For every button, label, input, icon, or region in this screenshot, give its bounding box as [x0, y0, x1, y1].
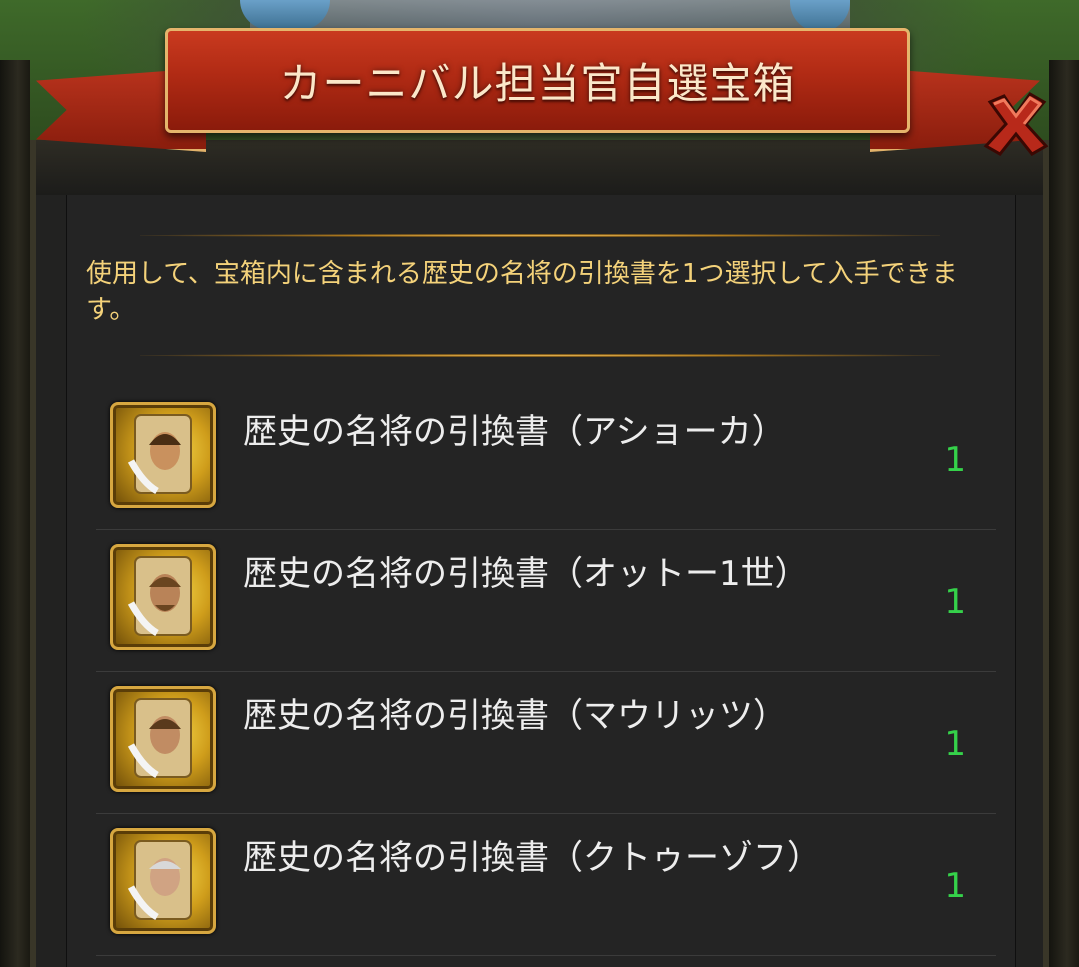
item-count: 1: [944, 866, 966, 906]
item-count: 1: [944, 724, 966, 764]
item-name: 歴史の名将の引換書（マウリッツ）: [243, 696, 787, 736]
title-ribbon: カーニバル担当官自選宝箱: [165, 28, 910, 133]
description-text: 使用して、宝箱内に含まれる歴史の名将の引換書を1つ選択して入手できます。: [86, 259, 958, 325]
scroll-portrait-icon: [110, 544, 216, 650]
frame-right: [1049, 60, 1079, 967]
item-count: 1: [944, 582, 966, 622]
item-name: 歴史の名将の引換書（オットー1世）: [243, 554, 809, 594]
dialog-title: カーニバル担当官自選宝箱: [279, 59, 796, 108]
item-count: 1: [944, 440, 966, 480]
scroll-portrait-icon: [110, 402, 216, 508]
list-item[interactable]: 歴史の名将の引換書（オットー1世） 1: [96, 530, 996, 672]
list-item[interactable]: 歴史の名将の引換書（マウリッツ） 1: [96, 672, 996, 814]
close-icon: [983, 92, 1049, 156]
item-name: 歴史の名将の引換書（アショーカ）: [243, 412, 786, 452]
scroll-portrait-icon: [110, 828, 216, 934]
divider-top: [140, 234, 940, 237]
list-item[interactable]: 歴史の名将の引換書（アショーカ） 1: [96, 388, 996, 530]
scroll-portrait-icon: [110, 686, 216, 792]
reward-list: 歴史の名将の引換書（アショーカ） 1 歴史の名将の引換書（オットー1世） 1 歴…: [96, 388, 996, 956]
item-name: 歴史の名将の引換書（クトゥーゾフ）: [243, 838, 821, 878]
list-item[interactable]: 歴史の名将の引換書（クトゥーゾフ） 1: [96, 814, 996, 956]
close-button[interactable]: [980, 88, 1052, 160]
frame-left: [0, 60, 30, 967]
divider-middle: [140, 354, 940, 357]
